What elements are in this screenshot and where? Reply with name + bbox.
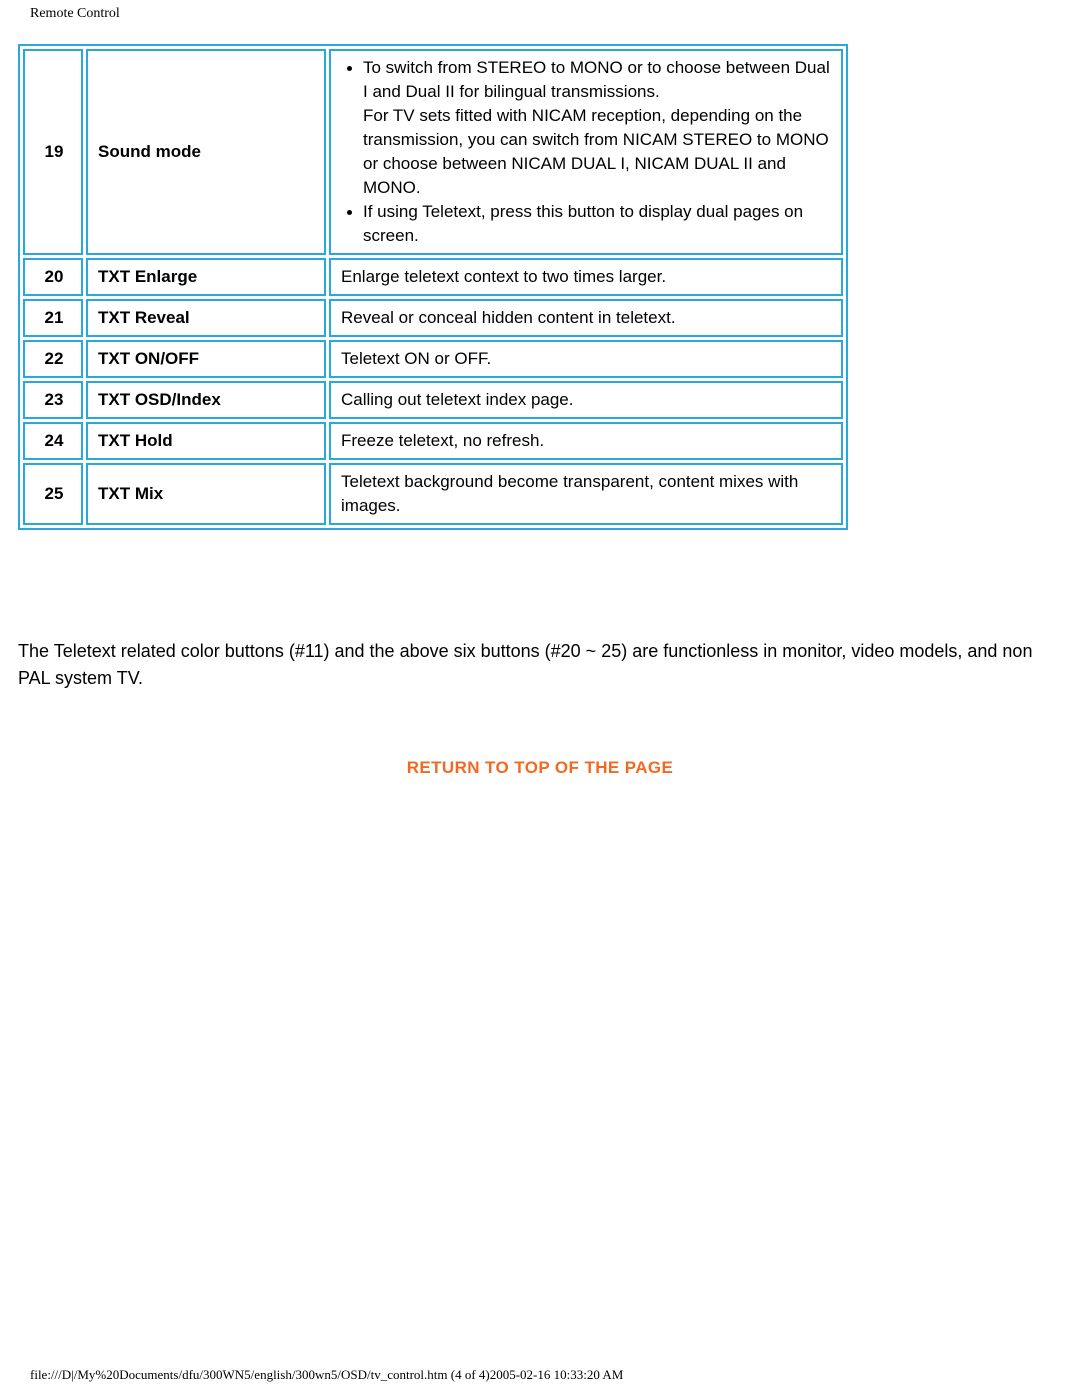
table-body: 19 Sound mode To switch from STEREO to M… xyxy=(23,49,843,525)
row-name-cell: TXT OSD/Index xyxy=(86,381,326,419)
bullet-text: To switch from STEREO to MONO or to choo… xyxy=(363,58,830,101)
table-row: 20 TXT Enlarge Enlarge teletext context … xyxy=(23,258,843,296)
row-name-cell: TXT Enlarge xyxy=(86,258,326,296)
row-number-cell: 19 xyxy=(23,49,83,255)
row-name-cell: TXT Hold xyxy=(86,422,326,460)
bullet-continuation-text: For TV sets fitted with NICAM reception,… xyxy=(363,106,829,197)
table-row: 22 TXT ON/OFF Teletext ON or OFF. xyxy=(23,340,843,378)
row-number-cell: 24 xyxy=(23,422,83,460)
remote-control-table-wrapper: 19 Sound mode To switch from STEREO to M… xyxy=(18,44,848,530)
table-row: 23 TXT OSD/Index Calling out teletext in… xyxy=(23,381,843,419)
row-name-cell: TXT Reveal xyxy=(86,299,326,337)
row-number-cell: 20 xyxy=(23,258,83,296)
row-description-cell: Teletext ON or OFF. xyxy=(329,340,843,378)
row-description-cell: Teletext background become transparent, … xyxy=(329,463,843,525)
row-description-cell: To switch from STEREO to MONO or to choo… xyxy=(329,49,843,255)
row-description-cell: Calling out teletext index page. xyxy=(329,381,843,419)
list-item: If using Teletext, press this button to … xyxy=(347,200,833,248)
table-row: 19 Sound mode To switch from STEREO to M… xyxy=(23,49,843,255)
page-header-title: Remote Control xyxy=(30,6,120,21)
list-item: To switch from STEREO to MONO or to choo… xyxy=(347,56,833,200)
bullet-text: If using Teletext, press this button to … xyxy=(363,202,804,245)
table-row: 21 TXT Reveal Reveal or conceal hidden c… xyxy=(23,299,843,337)
return-link-container: RETURN TO TOP OF THE PAGE xyxy=(0,758,1080,778)
return-to-top-link[interactable]: RETURN TO TOP OF THE PAGE xyxy=(407,758,674,778)
description-bullet-list: To switch from STEREO to MONO or to choo… xyxy=(341,56,833,248)
row-description-cell: Reveal or conceal hidden content in tele… xyxy=(329,299,843,337)
table-row: 24 TXT Hold Freeze teletext, no refresh. xyxy=(23,422,843,460)
row-name-cell: TXT Mix xyxy=(86,463,326,525)
remote-control-functions-table: 19 Sound mode To switch from STEREO to M… xyxy=(18,44,848,530)
row-name-cell: Sound mode xyxy=(86,49,326,255)
page-footer-path: file:///D|/My%20Documents/dfu/300WN5/eng… xyxy=(30,1367,624,1382)
row-number-cell: 21 xyxy=(23,299,83,337)
table-row: 25 TXT Mix Teletext background become tr… xyxy=(23,463,843,525)
row-description-cell: Enlarge teletext context to two times la… xyxy=(329,258,843,296)
functionless-note-paragraph: The Teletext related color buttons (#11)… xyxy=(18,641,1033,688)
row-description-cell: Freeze teletext, no refresh. xyxy=(329,422,843,460)
row-number-cell: 25 xyxy=(23,463,83,525)
row-number-cell: 23 xyxy=(23,381,83,419)
row-number-cell: 22 xyxy=(23,340,83,378)
row-name-cell: TXT ON/OFF xyxy=(86,340,326,378)
